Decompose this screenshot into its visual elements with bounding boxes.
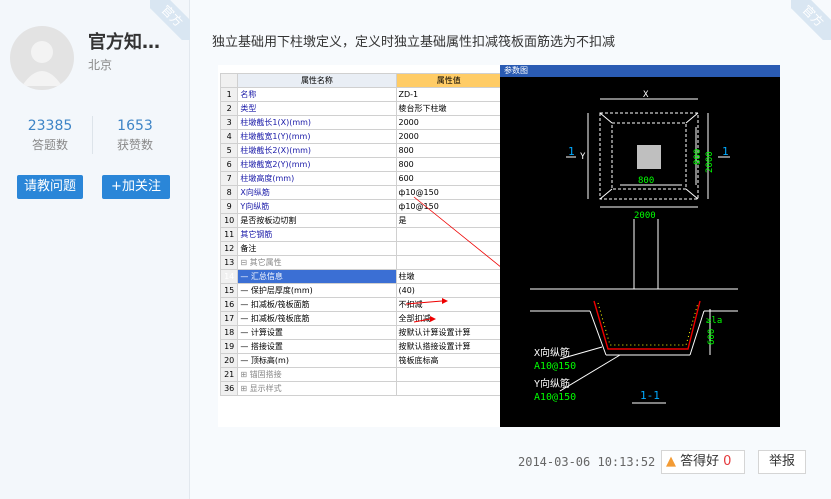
xbar-spec: A10@150 [534,361,576,372]
cad-canvas: X 800 2000 Y 800 2000 1 1 ≥la 600 X向纵筋 A… [500,77,780,427]
like-count-stat: 1653 获赞数 [95,118,175,153]
dim-y: Y [580,152,586,162]
dim-h600: 600 [707,329,717,345]
dim-x: X [643,90,649,100]
stat-divider [92,116,93,154]
arrow-dijin [413,318,431,323]
section-title: 1-1 [640,389,660,402]
answer-count-stat: 23385 答题数 [10,118,90,153]
ask-question-button[interactable]: 请教问题 [17,175,83,199]
ybar-spec: A10@150 [534,392,576,403]
like-count: 1653 [117,118,153,134]
user-panel: 官方 官方知… 北京 23385 答题数 1653 获赞数 请教问题 +加关注 [0,0,190,499]
plan-corner-tl [599,112,613,124]
cad-window-title: 参数图 [500,65,780,77]
avatar[interactable] [10,26,74,90]
user-name[interactable]: 官方知… [88,28,160,54]
dim-800: 800 [638,176,654,186]
arrow-mianjin [405,300,443,305]
official-badge-answer: 官方 [791,0,831,40]
good-answer-count: 0 [723,454,732,469]
official-ribbon-answer: 官方 [791,0,831,40]
thumbs-up-icon: ▲ [666,454,676,469]
user-silhouette-icon [22,41,62,86]
anchor-length: ≥la [706,316,722,326]
xbar-label: X向纵筋 [534,346,570,359]
section-label-right: 1 [722,145,729,158]
answer-count-label: 答题数 [31,138,68,152]
answer-screenshot: 属性名称 属性值 附加 1名称ZD-12类型棱台形下柱墩3柱墩截长1(X)(mm… [218,65,780,427]
dim-h2000: 2000 [705,151,715,173]
plan-corner-bl [599,188,613,200]
dim-h800: 800 [693,149,703,165]
answer-text: 独立基础用下柱墩定义，定义时独立基础属性扣减筏板面筋选为不扣减 [212,35,616,50]
good-answer-button[interactable]: ▲ 答得好 0 [661,450,745,474]
answer-count: 23385 [27,118,73,134]
arrowhead-dijin [430,316,436,322]
like-count-label: 获赞数 [116,138,153,152]
cad-diagram: X 800 2000 Y 800 2000 1 1 ≥la 600 X向纵筋 A… [530,90,738,404]
rebar-outline [593,300,701,350]
rebar-dots [597,302,699,346]
good-answer-label: 答得好 [680,454,720,469]
answer-timestamp: 2014-03-06 10:13:52 [518,455,656,469]
plan-column [637,145,661,169]
user-location: 北京 [88,58,113,72]
follow-button[interactable]: +加关注 [102,175,170,199]
section-label-left: 1 [568,145,575,158]
dim-2000: 2000 [634,211,656,221]
ybar-label: Y向纵筋 [534,377,570,390]
plan-corner-br [685,188,699,200]
cad-drawing-window: 参数图 X 800 2000 Y 800 2000 1 1 ≥la 600 X向… [500,65,780,427]
answer-panel: 官方 独立基础用下柱墩定义，定义时独立基础属性扣减筏板面筋选为不扣减 属性名称 … [190,0,831,499]
plan-corner-tr [685,112,699,124]
arrowhead-mianjin [442,298,448,304]
report-button[interactable]: 举报 [758,450,806,474]
